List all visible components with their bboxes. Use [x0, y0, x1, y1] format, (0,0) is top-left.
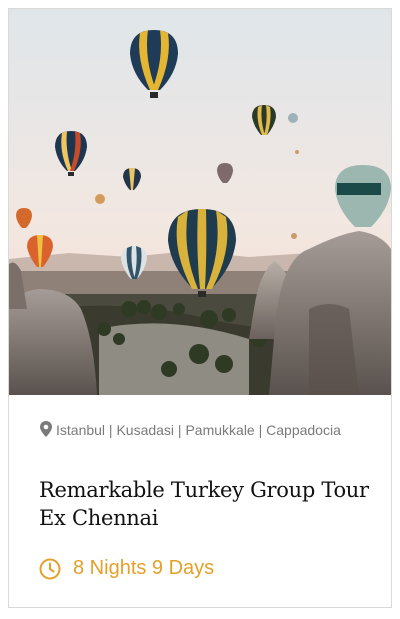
clock-icon — [39, 558, 61, 579]
tour-locations-text: Istanbul | Kusadasi | Pamukkale | Cappad… — [56, 422, 341, 438]
tour-photo[interactable] — [9, 9, 391, 395]
tour-duration: 8 Nights 9 Days — [39, 557, 214, 580]
tour-card[interactable]: Istanbul | Kusadasi | Pamukkale | Cappad… — [8, 8, 392, 608]
tour-duration-text: 8 Nights 9 Days — [73, 557, 215, 579]
map-pin-icon — [40, 421, 52, 437]
tour-locations: Istanbul | Kusadasi | Pamukkale | Cappad… — [39, 415, 359, 445]
tour-title[interactable]: Remarkable Turkey Group Tour Ex Chennai — [39, 476, 369, 532]
